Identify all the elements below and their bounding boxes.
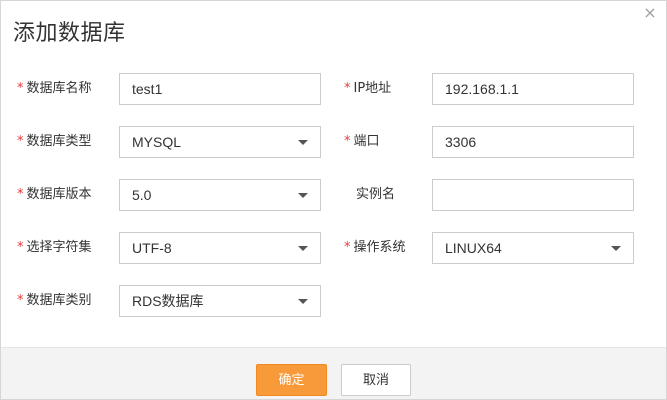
required-mark: *	[17, 81, 24, 96]
dialog-title: 添加数据库	[13, 21, 126, 46]
db-version-select[interactable]: 5.0	[119, 179, 321, 211]
db-name-value: test1	[132, 81, 163, 97]
required-mark: *	[17, 134, 24, 149]
db-type-select[interactable]: MYSQL	[119, 126, 321, 158]
required-mark: *	[17, 240, 24, 255]
cancel-button[interactable]: 取消	[341, 364, 411, 396]
os-value: LINUX64	[445, 240, 502, 256]
required-mark: *	[17, 293, 24, 308]
port-label-text: 端口	[353, 134, 380, 149]
db-version-label: * 数据库版本	[17, 179, 92, 211]
dialog-footer: 确定 取消	[1, 347, 666, 399]
port-label: * 端口	[344, 126, 380, 158]
required-mark: *	[17, 187, 24, 202]
ip-label-text: IP地址	[353, 81, 392, 96]
port-input[interactable]: 3306	[432, 126, 634, 158]
db-category-select[interactable]: RDS数据库	[119, 285, 321, 317]
required-mark: *	[344, 81, 351, 96]
db-version-label-text: 数据库版本	[26, 187, 92, 202]
charset-select[interactable]: UTF-8	[119, 232, 321, 264]
db-category-value: RDS数据库	[132, 293, 204, 309]
confirm-button[interactable]: 确定	[256, 364, 327, 396]
instance-input[interactable]	[432, 179, 634, 211]
db-type-label-text: 数据库类型	[26, 134, 92, 149]
charset-value: UTF-8	[132, 240, 172, 256]
chevron-down-icon[interactable]	[298, 299, 308, 304]
instance-label-text: 实例名	[356, 187, 396, 202]
chevron-down-icon[interactable]	[298, 140, 308, 145]
port-value: 3306	[445, 134, 477, 150]
ip-value: 192.168.1.1	[445, 81, 519, 97]
db-version-value: 5.0	[132, 187, 152, 203]
ip-label: * IP地址	[344, 73, 391, 105]
chevron-down-icon[interactable]	[611, 246, 621, 251]
db-type-value: MYSQL	[132, 134, 182, 150]
db-category-label: * 数据库类别	[17, 285, 92, 317]
chevron-down-icon[interactable]	[298, 246, 308, 251]
close-icon[interactable]: ×	[640, 3, 660, 23]
ip-input[interactable]: 192.168.1.1	[432, 73, 634, 105]
db-name-input[interactable]: test1	[119, 73, 321, 105]
db-name-label-text: 数据库名称	[26, 81, 92, 96]
db-category-label-text: 数据库类别	[26, 293, 92, 308]
required-mark: *	[344, 240, 351, 255]
instance-label: 实例名	[356, 179, 395, 211]
db-type-label: * 数据库类型	[17, 126, 92, 158]
charset-label-text: 选择字符集	[26, 240, 92, 255]
os-label: * 操作系统	[344, 232, 406, 264]
os-label-text: 操作系统	[353, 240, 406, 255]
charset-label: * 选择字符集	[17, 232, 92, 264]
required-mark: *	[344, 134, 351, 149]
chevron-down-icon[interactable]	[298, 193, 308, 198]
db-name-label: * 数据库名称	[17, 73, 92, 105]
add-database-dialog: 添加数据库 × * 数据库名称 test1 * IP地址 192.168.1.1 *…	[0, 0, 667, 400]
os-select[interactable]: LINUX64	[432, 232, 634, 264]
